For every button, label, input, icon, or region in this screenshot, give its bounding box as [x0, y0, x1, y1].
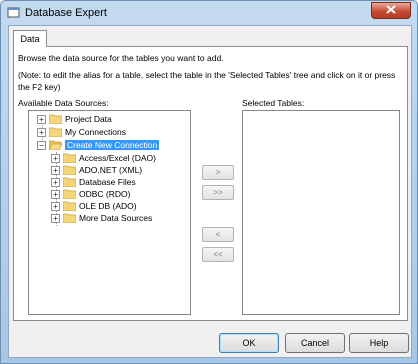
tree-item-more-data-sources[interactable]: + More Data Sources — [51, 212, 152, 224]
tree-item-my-connections[interactable]: + My Connections — [37, 126, 126, 138]
tab-data[interactable]: Data — [13, 30, 47, 47]
tree-item-label: More Data Sources — [79, 213, 153, 223]
available-sources-tree[interactable]: + Project Data + My Connections − Create… — [28, 110, 191, 315]
tree-item-label-selected: Create New Connection — [63, 139, 161, 151]
selected-tables-label: Selected Tables: — [242, 98, 305, 108]
tree-item-label: My Connections — [65, 127, 126, 137]
expand-icon[interactable]: + — [37, 114, 46, 124]
close-icon — [386, 5, 396, 16]
tree-item-database-files[interactable]: + Database Files — [51, 176, 136, 188]
tree-item-ado-net-xml[interactable]: + ADO.NET (XML) — [51, 164, 142, 176]
tree-item-odbc-rdo[interactable]: + ODBC (RDO) — [51, 188, 130, 200]
expand-icon[interactable]: + — [51, 177, 60, 187]
folder-icon — [63, 177, 76, 187]
folder-icon — [63, 201, 76, 211]
database-expert-window: Database Expert Data Browse the data sou… — [0, 0, 418, 364]
tree-item-label: ODBC (RDO) — [79, 189, 131, 199]
expand-icon[interactable]: + — [51, 165, 60, 175]
add-table-button[interactable]: > — [202, 165, 234, 180]
database-expert-icon — [7, 6, 20, 19]
collapse-icon[interactable]: − — [37, 140, 46, 150]
tree-item-ole-db-ado[interactable]: + OLE DB (ADO) — [51, 200, 137, 212]
window-title: Database Expert — [25, 7, 107, 19]
add-all-tables-button[interactable]: >> — [202, 185, 234, 200]
available-sources-label: Available Data Sources: — [18, 98, 109, 108]
tree-item-access-excel-dao[interactable]: + Access/Excel (DAO) — [51, 152, 156, 164]
alias-note-text: (Note: to edit the alias for a table, se… — [18, 70, 396, 92]
tree-item-label: Database Files — [79, 177, 136, 187]
instruction-text: Browse the data source for the tables yo… — [18, 53, 224, 63]
expand-icon[interactable]: + — [51, 201, 60, 211]
folder-icon — [49, 127, 62, 137]
dialog-body: Data Browse the data source for the tabl… — [8, 25, 412, 358]
close-button[interactable] — [371, 2, 411, 19]
folder-icon — [63, 153, 76, 163]
tree-item-project-data[interactable]: + Project Data — [37, 113, 112, 125]
remove-table-button[interactable]: < — [202, 227, 234, 242]
title-bar[interactable]: Database Expert — [1, 1, 417, 25]
tree-item-label: ADO.NET (XML) — [79, 165, 143, 175]
tree-item-label: Access/Excel (DAO) — [79, 153, 156, 163]
expand-icon[interactable]: + — [37, 127, 46, 137]
ok-button[interactable]: OK — [219, 333, 279, 353]
help-button[interactable]: Help — [349, 333, 409, 353]
folder-icon — [49, 114, 62, 124]
folder-icon — [63, 213, 76, 223]
selected-tables-tree[interactable] — [242, 110, 400, 315]
folder-icon — [63, 189, 76, 199]
folder-icon — [63, 165, 76, 175]
cancel-button[interactable]: Cancel — [285, 333, 345, 353]
tree-item-label: OLE DB (ADO) — [79, 201, 137, 211]
tree-item-create-new-connection[interactable]: − Create New Connection — [37, 139, 161, 151]
open-folder-icon — [49, 140, 62, 150]
remove-all-tables-button[interactable]: << — [202, 247, 234, 262]
data-tab-panel: Browse the data source for the tables yo… — [13, 46, 408, 321]
expand-icon[interactable]: + — [51, 153, 60, 163]
expand-icon[interactable]: + — [51, 189, 60, 199]
expand-icon[interactable]: + — [51, 213, 60, 223]
tree-item-label: Project Data — [65, 114, 112, 124]
